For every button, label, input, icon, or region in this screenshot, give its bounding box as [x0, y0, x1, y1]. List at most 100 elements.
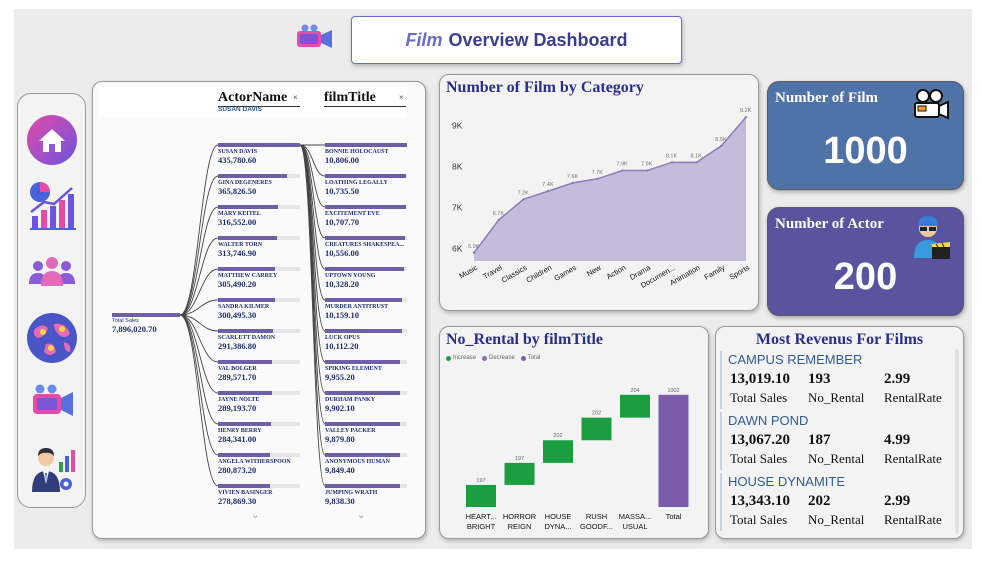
tree-actor-value: 278,869.30 — [218, 496, 257, 506]
tree-film-bar-track — [325, 391, 407, 395]
sidebar-item-globe[interactable] — [26, 312, 78, 364]
kpi-films-label: Number of Film — [775, 90, 879, 106]
revenue-item[interactable]: DAWN POND 13,067.20 187 4.99 Total Sales No_R… — [720, 412, 952, 470]
tree-connector-line — [179, 144, 219, 316]
tree-actor-bar-track — [218, 143, 300, 147]
revenue-title: Most Revenus For Films — [755, 331, 924, 348]
tree-film-node[interactable]: LOATHING LEGALLY 10,735.50 — [325, 174, 407, 196]
sidebar-item-analytics[interactable] — [26, 180, 78, 232]
area-point[interactable] — [546, 189, 550, 193]
tree-film-node[interactable]: UPTOWN YOUNG 10,328.20 — [325, 267, 407, 289]
tree-col2-scroll-down-icon[interactable]: ⌄ — [357, 510, 365, 521]
tree-actor-node[interactable]: GINA DEGENERES 365,826.50 — [218, 174, 300, 196]
waterfall-bar[interactable] — [504, 462, 535, 485]
manager-icon — [32, 448, 75, 492]
tree-film-node[interactable]: BONNIE HOLOCAUST 10,806.00 — [325, 143, 407, 165]
data-label: 7.9K — [616, 162, 628, 168]
tree-actor-node[interactable]: WALTER TORN 313,746.90 — [218, 236, 300, 258]
x-tick-label: Music — [458, 263, 480, 281]
globe-icon — [27, 313, 77, 363]
tree-actor-bar — [218, 391, 273, 395]
area-point[interactable] — [695, 161, 698, 164]
x-tick-label: Games — [552, 263, 578, 283]
tree-actor-node[interactable]: SUSAN DAVIS 435,780.60 — [218, 143, 300, 165]
tree-film-bar-track — [325, 236, 407, 240]
area-point[interactable] — [744, 115, 748, 119]
tree-film-node[interactable]: LUCK OPUS 10,112.20 — [325, 329, 407, 351]
tree-film-node[interactable]: CREATURES SHAKESPEA... 10,556.00 — [325, 236, 407, 258]
tree-actor-node[interactable]: ANGELA WITHERSPOON 280,873.20 — [218, 453, 300, 475]
analytics-icon — [30, 182, 76, 230]
waterfall-category-label: USUAL — [622, 522, 647, 531]
tree-actor-bar-track — [218, 484, 300, 488]
tree-actor-value: 280,873.20 — [218, 465, 257, 475]
tree-film-node[interactable]: DURHAM PANKY 9,902.10 — [325, 391, 407, 413]
sidebar-item-film[interactable] — [26, 378, 78, 430]
x-tick-label: Children — [524, 263, 553, 285]
tree-actor-node[interactable]: HENRY BERRY 284,341.00 — [218, 422, 300, 444]
waterfall-category-label: HOUSE — [545, 512, 572, 521]
area-point[interactable] — [645, 169, 649, 172]
revenue-rental-rate-label: RentalRate — [884, 451, 942, 466]
waterfall-bar[interactable] — [581, 417, 612, 441]
tree-film-bar-track — [325, 298, 407, 302]
revenue-rental-rate: 4.99 — [884, 432, 911, 448]
tree-film-node[interactable]: EXCITEMENT EVE 10,707.70 — [325, 205, 407, 227]
sidebar-item-users[interactable] — [26, 246, 78, 298]
sidebar-item-home[interactable] — [26, 114, 78, 166]
sidebar-item-manager[interactable] — [26, 444, 78, 496]
waterfall-category-label: RUSH — [586, 512, 607, 521]
revenue-no-rental-label: No_Rental — [808, 390, 865, 405]
tree-actor-bar — [218, 422, 272, 426]
tree-root[interactable]: Total Sales 7,896,020.70 — [112, 313, 180, 334]
tree-actor-node[interactable]: SANDRA KILMER 300,495.30 — [218, 298, 300, 320]
tree-root-bar — [112, 313, 180, 317]
category-area-chart: 9K8K7K6K 5.9KMusic6.7KTravel7.2KClassics7… — [452, 108, 752, 290]
waterfall-category-label: MASSA... — [619, 512, 652, 521]
waterfall-category-label: Total — [666, 512, 682, 521]
data-label: 6.7K — [493, 211, 505, 217]
category-chart-card: Number of Film by Category 9K 8K 7K 6K 5.9K M… — [439, 74, 759, 311]
waterfall-bar[interactable] — [543, 440, 573, 463]
area-fill — [474, 117, 746, 261]
tree-connector-line — [299, 144, 326, 487]
tree-film-node[interactable]: VALLEY PACKER 9,879.80 — [325, 422, 407, 444]
tree-connector-line — [179, 314, 219, 456]
kpi-actors-value: 200 — [833, 256, 898, 298]
waterfall-bar[interactable] — [466, 484, 496, 507]
tree-actor-node[interactable]: JAYNE NOLTE 289,193.70 — [218, 391, 300, 413]
tree-actor-bar — [218, 329, 273, 333]
tree-actor-node[interactable]: SCARLETT DAMON 291,386.80 — [218, 329, 300, 351]
tree-col1-scroll-down-icon[interactable]: ⌄ — [251, 510, 259, 521]
area-point[interactable] — [571, 181, 575, 185]
tree-film-bar-track — [325, 422, 407, 426]
tree-actor-value: 289,193.70 — [218, 403, 257, 413]
tree-actor-bar — [218, 267, 276, 271]
tree-film-node[interactable]: MURDER ANTITRUST 10,159.10 — [325, 298, 407, 320]
area-point[interactable] — [522, 198, 525, 201]
revenue-scrollbar[interactable] — [955, 349, 959, 534]
waterfall-bar[interactable] — [658, 394, 689, 507]
revenue-film-name: HOUSE DYNAMITE — [728, 474, 846, 489]
waterfall-bar[interactable] — [620, 394, 650, 418]
revenue-total-sales-label: Total Sales — [730, 390, 788, 405]
area-point[interactable] — [472, 251, 476, 254]
tree-film-node[interactable]: SPIKING ELEMENT 9,955.20 — [325, 360, 407, 382]
area-point[interactable] — [720, 144, 723, 148]
tree-actor-node[interactable]: MATTHEW CARREY 305,490.20 — [218, 267, 300, 289]
tree-actor-node[interactable]: MARY KEITEL 316,552.00 — [218, 205, 300, 227]
area-point[interactable] — [497, 218, 500, 222]
revenue-item[interactable]: HOUSE DYNAMITE 13,343.10 202 2.99 Total Sale… — [720, 473, 952, 531]
tree-film-bar — [325, 329, 403, 333]
tree-actor-bar — [218, 205, 278, 209]
area-point[interactable] — [621, 169, 624, 172]
tree-film-node[interactable]: JUMPING WRATH 9,838.30 — [325, 484, 407, 506]
tree-film-bar-track — [325, 484, 407, 488]
area-point[interactable] — [596, 177, 599, 180]
area-point[interactable] — [670, 161, 674, 164]
tree-actor-node[interactable]: VIVIEN BASINGER 278,869.30 — [218, 484, 300, 506]
revenue-item[interactable]: CAMPUS REMEMBER 13,019.10 193 2.99 Total Sal… — [720, 351, 952, 409]
tree-actor-node[interactable]: VAL BOLGER 289,571.70 — [218, 360, 300, 382]
tree-actor-value: 316,552.00 — [218, 217, 257, 227]
tree-film-node[interactable]: ANONYMOUS HUMAN 9,849.40 — [325, 453, 407, 475]
